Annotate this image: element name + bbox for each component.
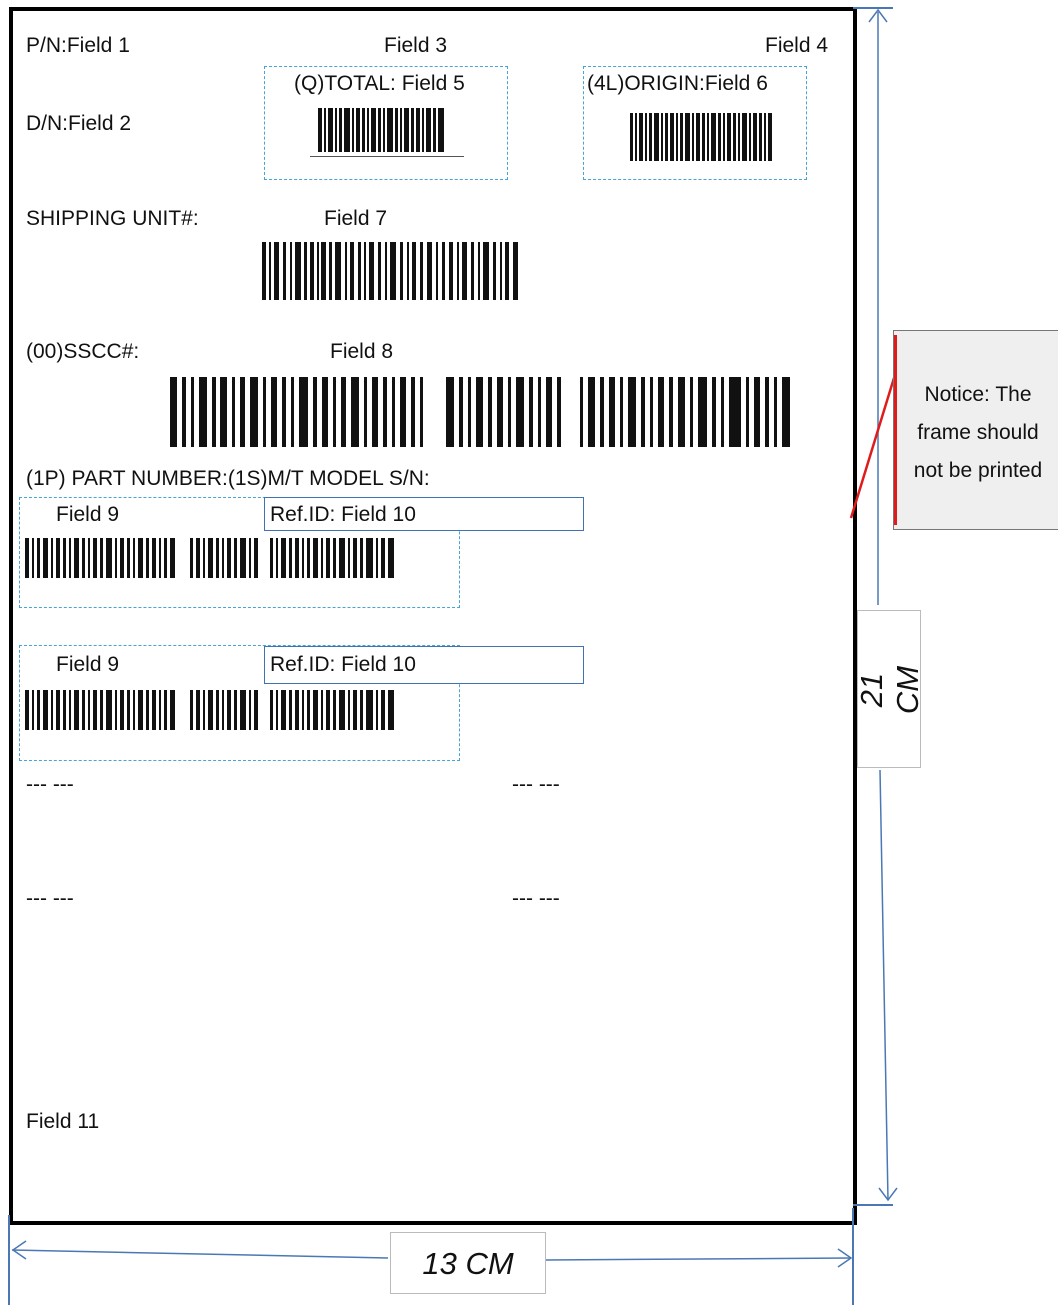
height-dimension-text: 21 CM [854,665,925,715]
height-dimension-line-bottom [879,769,889,1201]
width-dimension-label: 13 CM [390,1232,546,1294]
notice-line-1: Notice: The [924,383,1032,406]
notice-pointer-line [849,377,896,519]
notice-callout: Notice: The frame should not be printed [893,330,1058,530]
notice-line-2: frame should [917,421,1039,444]
width-dimension-line-left [11,1249,389,1259]
notice-line-3: not be printed [913,459,1043,482]
height-dimension-label: 21 CM [854,610,925,768]
width-dimension-line-right [545,1257,852,1261]
notice-red-bar [894,335,897,525]
